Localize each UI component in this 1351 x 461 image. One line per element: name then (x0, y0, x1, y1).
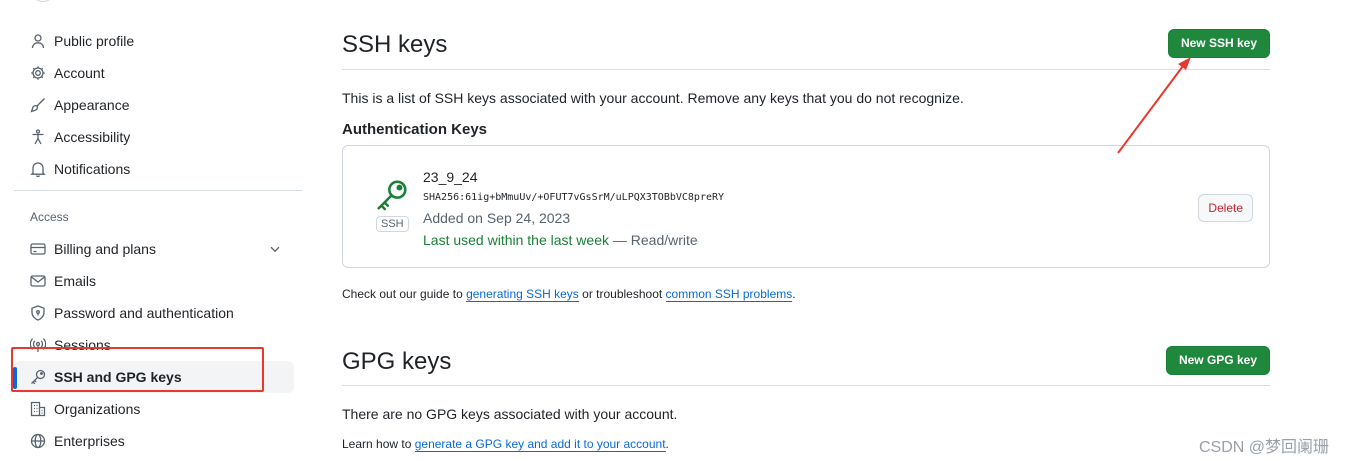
guide-prefix: Check out our guide to (342, 287, 467, 301)
generate-gpg-key-link[interactable]: generate a GPG key and add it to your ac… (414, 437, 666, 452)
sidebar-item-ssh-gpg-keys[interactable]: SSH and GPG keys (13, 361, 294, 393)
ssh-description: This is a list of SSH keys associated wi… (342, 90, 964, 106)
shield-lock-icon (30, 305, 46, 321)
globe-icon (30, 433, 46, 449)
ssh-key-last-used: Last used within the last week (423, 232, 609, 248)
sidebar-divider (14, 190, 302, 191)
sidebar-item-label: Appearance (54, 97, 130, 113)
ssh-key-title: 23_9_24 (423, 169, 478, 185)
sidebar-item-notifications[interactable]: Notifications (14, 153, 294, 185)
bell-icon (30, 161, 46, 177)
key-icon (30, 369, 46, 385)
sidebar-item-label: Organizations (54, 401, 141, 417)
sidebar-item-accessibility[interactable]: Accessibility (14, 121, 294, 153)
ssh-key-usage: Last used within the last week — Read/wr… (423, 232, 698, 248)
sidebar-item-label: Emails (54, 273, 97, 289)
active-indicator (13, 367, 17, 389)
person-icon (30, 33, 46, 49)
main-content: SSH keys New SSH key This is a list of S… (342, 0, 1270, 461)
new-ssh-key-button[interactable]: New SSH key (1167, 29, 1270, 58)
ssh-guide-text: Check out our guide to generating SSH ke… (342, 287, 796, 302)
sidebar-item-billing[interactable]: Billing and plans (14, 233, 294, 265)
sidebar-item-label: Notifications (54, 161, 131, 177)
new-gpg-key-button[interactable]: New GPG key (1165, 346, 1270, 375)
ssh-key-access: — Read/write (609, 232, 698, 248)
ssh-key-added-date: Added on Sep 24, 2023 (423, 210, 571, 226)
chevron-down-icon[interactable] (268, 242, 282, 256)
authentication-keys-heading: Authentication Keys (342, 121, 488, 138)
sidebar-item-public-profile[interactable]: Public profile (14, 25, 294, 57)
broadcast-icon (30, 337, 46, 353)
gpg-keys-title: GPG keys (342, 348, 452, 375)
ssh-type-label: SSH (376, 216, 409, 232)
generating-ssh-keys-link[interactable]: generating SSH keys (466, 287, 579, 302)
sidebar-item-label: Accessibility (54, 129, 131, 145)
ssh-section-divider (342, 69, 1270, 70)
sidebar-item-password[interactable]: Password and authentication (14, 297, 294, 329)
settings-sidebar: Public profile Account Appearance Access… (0, 0, 310, 461)
sidebar-item-organizations[interactable]: Organizations (14, 393, 294, 425)
sidebar-item-label: Sessions (54, 337, 111, 353)
learn-suffix: . (665, 437, 669, 451)
sidebar-heading-access: Access (30, 210, 69, 224)
sidebar-item-label: Billing and plans (54, 241, 156, 257)
sidebar-item-enterprises[interactable]: Enterprises (14, 425, 294, 457)
gear-icon (30, 65, 46, 81)
key-icon (375, 178, 409, 212)
gpg-section-divider (342, 385, 1270, 386)
mail-icon (30, 273, 46, 289)
sidebar-item-label: Account (54, 65, 105, 81)
learn-prefix: Learn how to (342, 437, 415, 451)
guide-suffix: . (792, 287, 796, 301)
sidebar-item-label: Password and authentication (54, 305, 234, 321)
sidebar-item-emails[interactable]: Emails (14, 265, 294, 297)
ssh-key-fingerprint: SHA256:61ig+bMmuUv/+OFUT7vGsSrM/uLPQX3TO… (423, 192, 725, 203)
watermark: CSDN @梦回阑珊 (1199, 439, 1330, 456)
ssh-key-item: SSH 23_9_24 SHA256:61ig+bMmuUv/+OFUT7vGs… (342, 145, 1270, 268)
paintbrush-icon (30, 97, 46, 113)
sidebar-item-label: Enterprises (54, 433, 125, 449)
sidebar-item-sessions[interactable]: Sessions (14, 329, 294, 361)
gpg-learn-text: Learn how to generate a GPG key and add … (342, 437, 669, 452)
organization-icon (30, 401, 46, 417)
sidebar-item-label: SSH and GPG keys (54, 369, 182, 385)
ssh-keys-title: SSH keys (342, 31, 448, 58)
accessibility-icon (30, 129, 46, 145)
common-ssh-problems-link[interactable]: common SSH problems (665, 287, 793, 302)
guide-middle: or troubleshoot (578, 287, 666, 301)
gpg-empty-message: There are no GPG keys associated with yo… (342, 406, 678, 422)
credit-card-icon (30, 241, 46, 257)
sidebar-item-appearance[interactable]: Appearance (14, 89, 294, 121)
sidebar-item-label: Public profile (54, 33, 135, 49)
sidebar-item-account[interactable]: Account (14, 57, 294, 89)
delete-ssh-key-button[interactable]: Delete (1198, 194, 1253, 222)
